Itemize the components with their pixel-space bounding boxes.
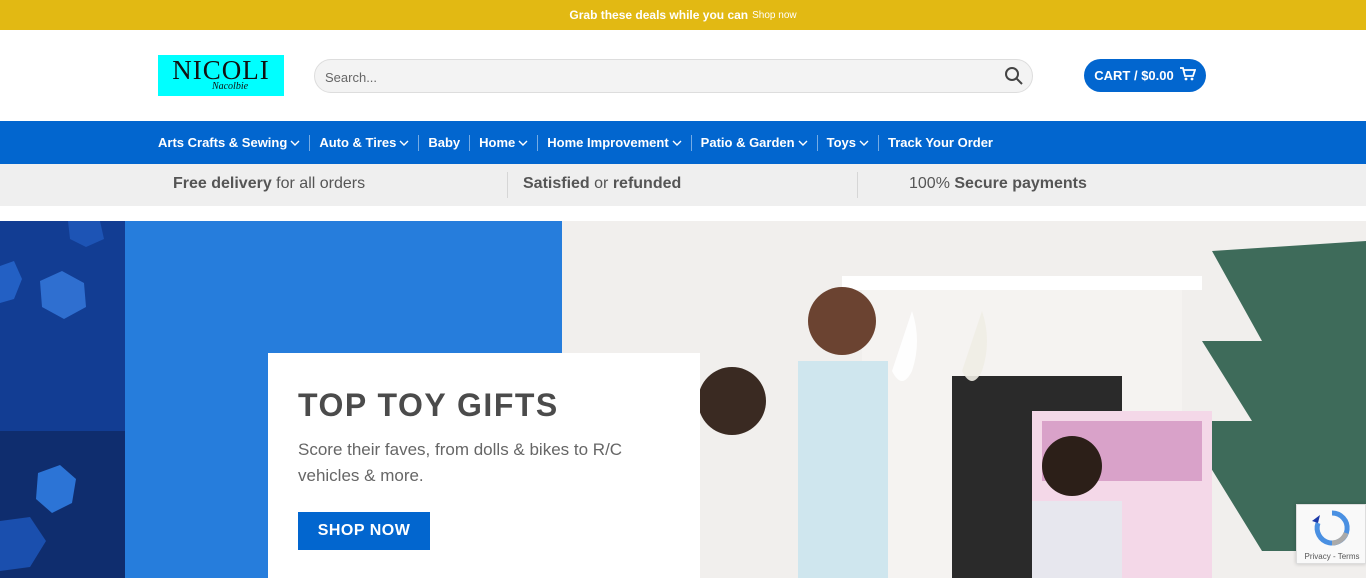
shop-now-button[interactable]: SHOP NOW bbox=[298, 512, 430, 550]
cart-label: CART / $0.00 bbox=[1094, 68, 1174, 83]
chevron-down-icon bbox=[399, 140, 409, 146]
feature-divider bbox=[857, 172, 858, 198]
hero-banner: TOP TOY GIFTS Score their faves, from do… bbox=[0, 221, 1366, 578]
feature-bold: Secure payments bbox=[954, 175, 1087, 192]
feature-bold: Free delivery bbox=[173, 175, 272, 192]
recaptcha-text: Privacy - Terms bbox=[1304, 552, 1360, 561]
nav-item-auto-tires[interactable]: Auto & Tires bbox=[319, 135, 409, 150]
nav-divider bbox=[877, 134, 879, 151]
promo-shop-now-link[interactable]: Shop now bbox=[752, 10, 796, 21]
cart-button[interactable]: CART / $0.00 bbox=[1084, 59, 1206, 92]
search-icon[interactable] bbox=[1004, 66, 1024, 86]
nav-label: Toys bbox=[826, 135, 856, 150]
chevron-down-icon bbox=[798, 140, 808, 146]
nav-label: Home Improvement bbox=[547, 135, 669, 150]
nav-divider bbox=[418, 134, 420, 151]
nav-item-home-improvement[interactable]: Home Improvement bbox=[547, 135, 682, 150]
nav-label: Track Your Order bbox=[887, 135, 993, 150]
hero-subtitle: Score their faves, from dolls & bikes to… bbox=[298, 440, 623, 485]
chevron-down-icon bbox=[859, 140, 869, 146]
nav-item-baby[interactable]: Baby bbox=[428, 135, 460, 150]
nav-item-track-order[interactable]: Track Your Order bbox=[888, 135, 993, 150]
promo-bar: Grab these deals while you can Shop now bbox=[0, 0, 1366, 30]
hero-left-decor bbox=[0, 221, 125, 578]
site-logo[interactable]: NICOLI Nacolbie bbox=[158, 55, 284, 96]
feature-bold: Satisfied bbox=[523, 175, 590, 192]
feature-text: or bbox=[589, 175, 613, 192]
nav-label: Baby bbox=[428, 135, 461, 150]
site-header: NICOLI Nacolbie CART / $0.00 bbox=[0, 30, 1366, 121]
promo-text: Grab these deals while you can bbox=[569, 8, 749, 22]
logo-name: NICOLI bbox=[172, 55, 270, 85]
nav-label: Patio & Garden bbox=[700, 135, 795, 150]
chevron-down-icon bbox=[672, 140, 682, 146]
feature-bold: refunded bbox=[612, 175, 682, 192]
nav-label: Auto & Tires bbox=[319, 135, 397, 150]
hero-card: TOP TOY GIFTS Score their faves, from do… bbox=[268, 353, 700, 578]
nav-label: Home bbox=[479, 135, 516, 150]
feature-divider bbox=[507, 172, 508, 198]
search-input[interactable] bbox=[325, 67, 985, 87]
recaptcha-badge[interactable]: Privacy - Terms bbox=[1296, 504, 1366, 564]
feature-free-delivery: Free delivery for all orders bbox=[173, 175, 365, 193]
features-bar: Free delivery for all orders Satisfied o… bbox=[0, 164, 1366, 206]
nav-item-home[interactable]: Home bbox=[479, 135, 528, 150]
nav-divider bbox=[537, 134, 539, 151]
nav-divider bbox=[690, 134, 692, 151]
chevron-down-icon bbox=[518, 140, 528, 146]
search-bar bbox=[314, 59, 1033, 93]
feature-text: for all orders bbox=[271, 175, 366, 192]
main-nav: Arts Crafts & Sewing Auto & Tires Baby H… bbox=[0, 121, 1366, 164]
hero-title: TOP TOY GIFTS bbox=[298, 387, 559, 423]
hexagon-decor-icon bbox=[0, 221, 125, 578]
feature-secure-payments: 100% Secure payments bbox=[909, 175, 1087, 193]
cart-icon bbox=[1179, 67, 1196, 84]
nav-divider bbox=[469, 134, 471, 151]
nav-item-patio-garden[interactable]: Patio & Garden bbox=[701, 135, 808, 150]
nav-divider bbox=[309, 134, 311, 151]
nav-divider bbox=[816, 134, 818, 151]
nav-item-toys[interactable]: Toys bbox=[827, 135, 869, 150]
chevron-down-icon bbox=[290, 140, 300, 146]
nav-label: Arts Crafts & Sewing bbox=[158, 135, 288, 150]
feature-satisfied: Satisfied or refunded bbox=[523, 175, 681, 193]
nav-item-arts-crafts-sewing[interactable]: Arts Crafts & Sewing bbox=[158, 135, 300, 150]
feature-text: 100% bbox=[909, 175, 955, 192]
recaptcha-icon bbox=[1312, 510, 1350, 546]
